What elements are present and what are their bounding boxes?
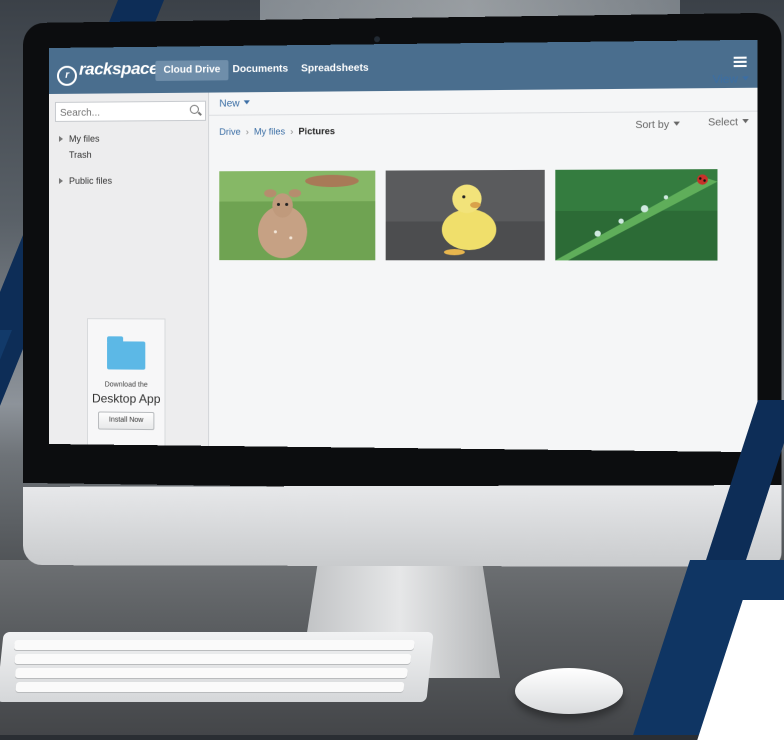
expand-caret-icon[interactable]: [59, 136, 63, 142]
search-icon[interactable]: [190, 105, 199, 114]
sidebar-item-my-files[interactable]: My files: [59, 134, 100, 144]
new-button[interactable]: New: [219, 98, 250, 109]
deer-image: [219, 171, 375, 261]
breadcrumb-separator-icon: ›: [246, 127, 249, 137]
search-input[interactable]: [56, 104, 183, 121]
sidebar-item-trash[interactable]: Trash: [69, 150, 92, 160]
breadcrumb-separator-icon: ›: [290, 126, 293, 136]
expand-caret-icon[interactable]: [59, 178, 63, 184]
keyboard-row: [14, 640, 415, 650]
monitor-chin: [23, 485, 782, 567]
thumbnail-ladybug[interactable]: [555, 169, 717, 260]
duckling-image: [386, 170, 545, 261]
toolbar: New View: [209, 88, 757, 116]
view-dropdown[interactable]: View: [712, 73, 748, 86]
keyboard-row: [14, 654, 411, 664]
breadcrumb: Drive › My files › Pictures: [219, 126, 335, 137]
rackspace-logo[interactable]: r rackspace.: [57, 59, 162, 86]
sidebar-item-public-files[interactable]: Public files: [59, 176, 112, 186]
keyboard-row: [15, 682, 404, 692]
breadcrumb-drive[interactable]: Drive: [219, 127, 240, 137]
select-dropdown[interactable]: Select: [708, 117, 749, 129]
sort-by-dropdown[interactable]: Sort by: [635, 120, 680, 132]
promo-line1: Download the: [88, 381, 164, 389]
keyboard: [0, 632, 434, 702]
camera-icon: [374, 36, 380, 42]
app-screen: r rackspace. Cloud Drive Documents Spread…: [49, 40, 757, 452]
top-nav-bar: r rackspace. Cloud Drive Documents Spread…: [49, 40, 757, 94]
sidebar-item-label: Public files: [69, 176, 112, 186]
sidebar-item-label: My files: [69, 134, 100, 144]
desktop-app-promo: Download the Desktop App Install Now: [87, 318, 166, 447]
sidebar: My files Trash Public files Download the…: [49, 93, 209, 446]
breadcrumb-my-files[interactable]: My files: [254, 126, 285, 136]
tab-documents[interactable]: Documents: [224, 59, 296, 80]
tab-spreadsheets[interactable]: Spreadsheets: [293, 58, 377, 79]
tab-cloud-drive[interactable]: Cloud Drive: [155, 60, 228, 81]
keyboard-row: [15, 668, 408, 678]
thumbnail-deer[interactable]: [219, 171, 375, 261]
logo-mark-icon: r: [57, 66, 77, 86]
install-now-button[interactable]: Install Now: [98, 411, 154, 430]
menu-icon[interactable]: [734, 57, 747, 68]
main-panel: New View Drive › My files › Pictures Sort by…: [209, 88, 757, 452]
promo-line2: Desktop App: [88, 391, 164, 406]
search-box: [55, 101, 206, 122]
logo-text: rackspace.: [79, 59, 162, 79]
thumbnail-duckling[interactable]: [386, 170, 545, 261]
sidebar-item-label: Trash: [69, 150, 92, 160]
folder-icon: [107, 341, 145, 369]
ladybug-image: [555, 169, 717, 260]
breadcrumb-current: Pictures: [299, 126, 336, 136]
mouse: [515, 668, 623, 714]
